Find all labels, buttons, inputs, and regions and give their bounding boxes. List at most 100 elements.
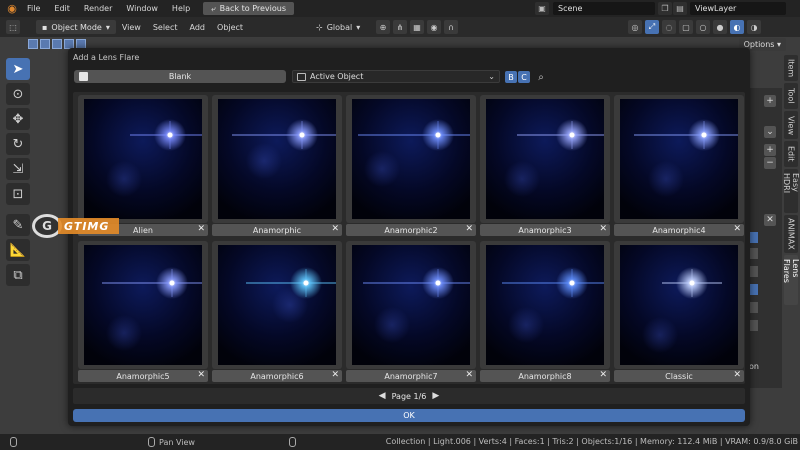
flare-card[interactable]: Classic ✕ <box>614 241 744 383</box>
snap-target-icon[interactable]: ▦ <box>410 20 424 34</box>
menu-add[interactable]: Add <box>184 23 212 32</box>
flare-thumbnail-frame[interactable] <box>480 95 610 223</box>
toggle-c-button[interactable]: C <box>518 71 530 83</box>
menu-window[interactable]: Window <box>119 4 165 13</box>
cursor-icon[interactable]: ➤ <box>6 58 30 80</box>
flare-label[interactable]: Anamorphic4 ✕ <box>614 224 744 236</box>
menu-view[interactable]: View <box>116 23 147 32</box>
flare-label[interactable]: Anamorphic2 ✕ <box>346 224 476 236</box>
overlay-icon[interactable]: ◌ <box>662 20 676 34</box>
flare-thumbnail-frame[interactable] <box>212 241 342 369</box>
flare-thumbnail-frame[interactable] <box>614 241 744 369</box>
transform-orientation[interactable]: ⊹ Global ▾ <box>316 20 360 34</box>
editor-type-icon[interactable]: ⬚ <box>6 20 20 34</box>
toggle-b-button[interactable]: B <box>505 71 517 83</box>
close-icon[interactable]: ✕ <box>733 224 741 234</box>
flare-thumbnail[interactable] <box>352 245 470 365</box>
shading-wireframe-icon[interactable]: ○ <box>696 20 710 34</box>
shading-solid-icon[interactable]: ● <box>713 20 727 34</box>
remove-icon[interactable]: − <box>764 157 776 169</box>
tab-animax[interactable]: ANIMAX <box>784 215 798 253</box>
select-subtract-icon[interactable] <box>52 39 62 49</box>
flare-thumbnail[interactable] <box>620 245 738 365</box>
chevron-down-icon[interactable]: ⌄ <box>764 126 776 138</box>
menu-render[interactable]: Render <box>77 4 119 13</box>
search-icon[interactable]: ⌕ <box>534 70 548 84</box>
flare-card[interactable]: Anamorphic6 ✕ <box>212 241 342 383</box>
menu-file[interactable]: File <box>20 4 47 13</box>
tab-item[interactable]: Item <box>784 55 798 81</box>
close-icon[interactable]: ✕ <box>465 370 473 380</box>
select-extend-icon[interactable] <box>40 39 50 49</box>
viewlayer-icon[interactable]: ▤ <box>673 2 687 15</box>
tab-lens-flares[interactable]: Lens Flares <box>782 255 800 305</box>
close-icon[interactable]: ✕ <box>197 224 205 234</box>
flare-card[interactable]: Anamorphic7 ✕ <box>346 241 476 383</box>
falloff-icon[interactable]: ∩ <box>444 20 458 34</box>
flare-thumbnail[interactable] <box>486 99 604 219</box>
flare-thumbnail[interactable] <box>84 245 202 365</box>
tab-easy-hdri[interactable]: Easy HDRI <box>782 169 800 213</box>
proportional-edit-icon[interactable]: ◉ <box>427 20 441 34</box>
close-icon[interactable]: ✕ <box>465 224 473 234</box>
select-new-icon[interactable] <box>28 39 38 49</box>
scene-icon[interactable]: ▣ <box>535 2 549 15</box>
page-next-icon[interactable]: ▶ <box>432 391 439 401</box>
ok-button[interactable]: OK <box>73 409 745 422</box>
flare-card[interactable]: Anamorphic3 ✕ <box>480 95 610 237</box>
close-icon[interactable]: ✕ <box>599 224 607 234</box>
flare-thumbnail-frame[interactable] <box>614 95 744 223</box>
flare-thumbnail-frame[interactable] <box>480 241 610 369</box>
checkbox-icon[interactable] <box>79 72 88 81</box>
blender-logo-icon[interactable]: ◉ <box>4 2 20 16</box>
flare-thumbnail-frame[interactable] <box>346 95 476 223</box>
annotate-icon[interactable]: ✎ <box>6 214 30 236</box>
scene-copy-icon[interactable]: ❐ <box>658 2 672 15</box>
back-to-previous-button[interactable]: ⤶ Back to Previous <box>203 2 295 15</box>
close-icon[interactable]: ✕ <box>764 214 776 226</box>
flare-label[interactable]: Anamorphic6 ✕ <box>212 370 342 382</box>
menu-help[interactable]: Help <box>165 4 197 13</box>
flare-card[interactable]: Anamorphic8 ✕ <box>480 241 610 383</box>
flare-thumbnail[interactable] <box>218 99 336 219</box>
flare-card[interactable]: Anamorphic ✕ <box>212 95 342 237</box>
close-icon[interactable]: ✕ <box>331 224 339 234</box>
flare-label[interactable]: Anamorphic5 ✕ <box>78 370 208 382</box>
pivot-icon[interactable]: ⊕ <box>376 20 390 34</box>
mode-selector[interactable]: ▪ Object Mode ▾ <box>36 20 116 34</box>
scale-icon[interactable]: ⇲ <box>6 158 30 180</box>
3d-cursor-icon[interactable]: ⊙ <box>6 83 30 105</box>
flare-thumbnail-frame[interactable] <box>78 95 208 223</box>
add-icon[interactable]: + <box>764 95 776 107</box>
menu-object[interactable]: Object <box>211 23 249 32</box>
add-cube-icon[interactable]: ⧉ <box>6 264 30 286</box>
flare-label[interactable]: Anamorphic8 ✕ <box>480 370 610 382</box>
shading-material-icon[interactable]: ◐ <box>730 20 744 34</box>
object-selector[interactable]: Active Object ⌄ <box>292 70 500 83</box>
flare-thumbnail[interactable] <box>352 99 470 219</box>
flare-thumbnail[interactable] <box>218 245 336 365</box>
flare-label[interactable]: Anamorphic ✕ <box>212 224 342 236</box>
close-icon[interactable]: ✕ <box>331 370 339 380</box>
flare-card[interactable]: Anamorphic4 ✕ <box>614 95 744 237</box>
flare-label[interactable]: Anamorphic3 ✕ <box>480 224 610 236</box>
measure-icon[interactable]: 📐 <box>6 239 30 261</box>
snap-icon[interactable]: ⋔ <box>393 20 407 34</box>
flare-card[interactable]: Anamorphic5 ✕ <box>78 241 208 383</box>
page-prev-icon[interactable]: ◀ <box>379 391 386 401</box>
flare-thumbnail-frame[interactable] <box>212 95 342 223</box>
transform-icon[interactable]: ⊡ <box>6 183 30 205</box>
close-icon[interactable]: ✕ <box>599 370 607 380</box>
visibility-icon[interactable]: ◎ <box>628 20 642 34</box>
blank-toggle[interactable]: Blank <box>74 70 286 83</box>
tab-edit[interactable]: Edit <box>784 141 798 167</box>
menu-select[interactable]: Select <box>147 23 184 32</box>
flare-thumbnail-frame[interactable] <box>346 241 476 369</box>
xray-icon[interactable]: ▢ <box>679 20 693 34</box>
move-icon[interactable]: ✥ <box>6 108 30 130</box>
flare-label[interactable]: Classic ✕ <box>614 370 744 382</box>
rotate-icon[interactable]: ↻ <box>6 133 30 155</box>
flare-thumbnail-frame[interactable] <box>78 241 208 369</box>
gizmo-icon[interactable]: ⤢ <box>645 20 659 34</box>
flare-thumbnail[interactable] <box>84 99 202 219</box>
